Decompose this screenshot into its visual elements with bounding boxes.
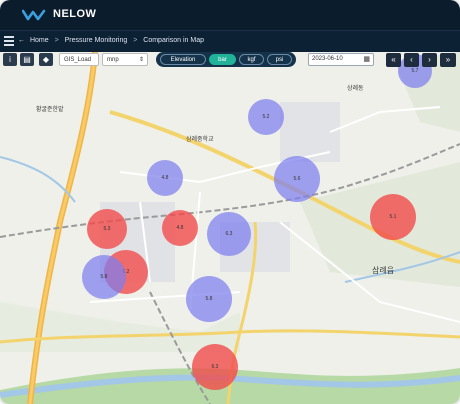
date-picker[interactable]: 2023-06-10 ▦ — [308, 53, 374, 66]
tag-icon[interactable]: ◆ — [39, 53, 53, 66]
pressure-marker[interactable]: 5.8 — [82, 255, 126, 299]
calendar-icon[interactable]: ▦ — [363, 54, 370, 65]
pressure-marker[interactable]: 5.8 — [186, 276, 232, 322]
unit-kgf[interactable]: kgf — [239, 54, 264, 65]
first-page-button[interactable]: « — [386, 53, 401, 67]
map-label: 삼례읍 — [372, 266, 395, 275]
back-arrow-icon[interactable]: ← — [18, 37, 25, 44]
info-icon[interactable]: i — [3, 53, 17, 66]
unit-mode-select[interactable]: mnp ⇕ — [102, 53, 148, 66]
pressure-marker[interactable]: 4.8 — [147, 160, 183, 196]
map-view[interactable]: 황굴준한밭 상례동 삼례중학교 삼례읍 5.3 4.8 6.2 5.1 6.3 … — [0, 52, 460, 404]
pressure-marker[interactable]: 5.3 — [87, 209, 127, 249]
map-label: 상례동 — [347, 86, 364, 92]
unit-bar[interactable]: bar — [209, 54, 236, 65]
next-button[interactable]: › — [422, 53, 437, 67]
map-label: 황굴준한밭 — [36, 107, 64, 113]
prev-button[interactable]: ‹ — [404, 53, 419, 67]
app-window: NELOW ← Home > Pressure Monitoring > Com… — [0, 0, 460, 404]
pressure-marker[interactable]: 5.2 — [248, 99, 284, 135]
pressure-marker[interactable]: 5.6 — [274, 156, 320, 202]
layers-icon[interactable]: ▤ — [20, 53, 34, 66]
chevron-right-icon: > — [133, 37, 138, 44]
breadcrumb-comparison-in-map: Comparison in Map — [143, 37, 204, 44]
unit-toggle-group: Elevation bar kgf psi — [156, 52, 296, 67]
breadcrumb: ← Home > Pressure Monitoring > Compariso… — [18, 37, 204, 44]
map-label: 삼례중학교 — [186, 137, 214, 143]
brand-name: NELOW — [53, 8, 97, 20]
pressure-marker[interactable]: 6.3 — [192, 344, 238, 390]
top-header: NELOW — [0, 0, 460, 30]
breadcrumb-pressure-monitoring[interactable]: Pressure Monitoring — [65, 37, 128, 44]
pressure-marker[interactable]: 5.1 — [370, 194, 416, 240]
chevron-down-icon: ⇕ — [138, 57, 144, 63]
layer-select[interactable]: GIS_Load — [59, 53, 99, 66]
pressure-marker[interactable]: 6.3 — [207, 212, 251, 256]
last-page-button[interactable]: » — [440, 53, 456, 67]
pressure-marker[interactable]: 4.8 — [162, 210, 198, 246]
elevation-toggle[interactable]: Elevation — [160, 54, 206, 65]
unit-psi[interactable]: psi — [267, 54, 292, 65]
menu-icon[interactable] — [4, 36, 14, 46]
breadcrumb-home[interactable]: Home — [30, 37, 49, 44]
nelow-logo-icon — [22, 9, 46, 21]
chevron-right-icon: > — [54, 37, 59, 44]
breadcrumb-bar: ← Home > Pressure Monitoring > Compariso… — [0, 30, 460, 53]
